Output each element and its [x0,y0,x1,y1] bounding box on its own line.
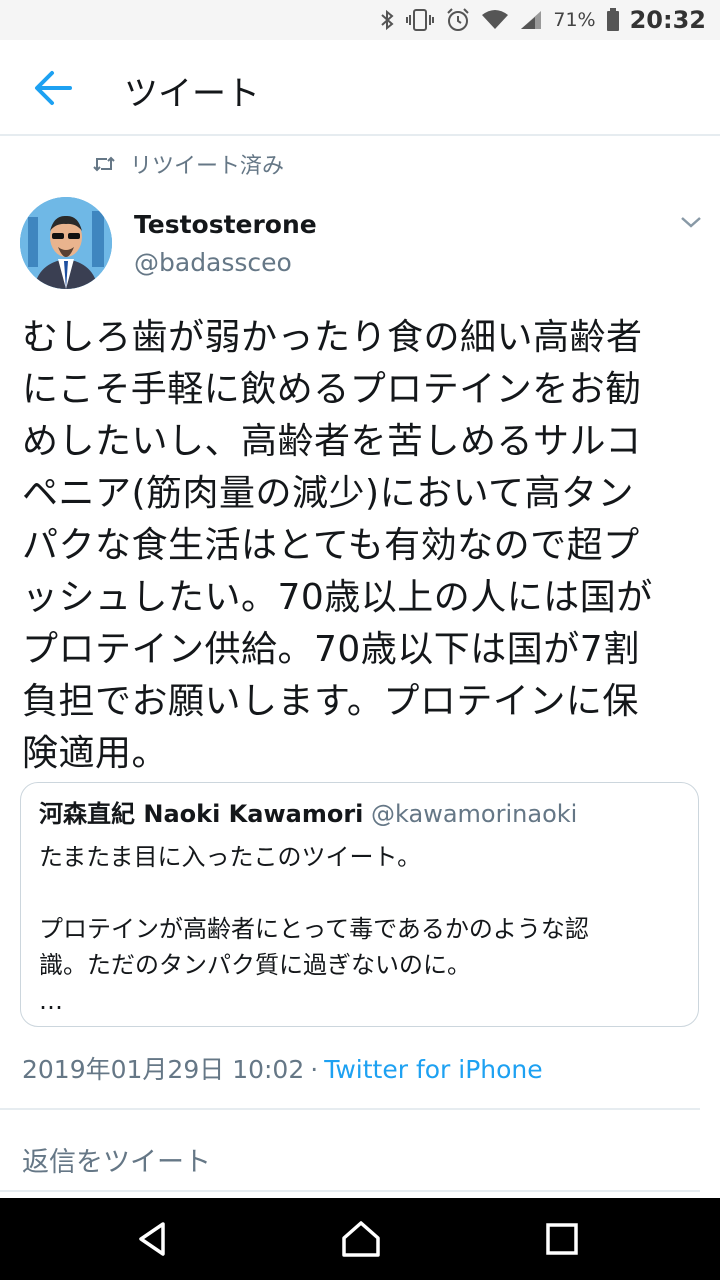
reply-divider [0,1190,700,1192]
clock: 20:32 [629,6,706,34]
signal-icon [521,11,542,29]
retweet-banner: リツイート済み [92,148,284,180]
author-name[interactable]: Testosterone [134,210,317,239]
reply-input[interactable]: 返信をツイート [0,1120,720,1190]
wifi-icon [482,10,509,29]
battery-icon [606,8,619,31]
reply-placeholder: 返信をツイート [22,1147,211,1178]
back-button[interactable] [30,68,78,108]
nav-home-button[interactable] [338,1216,384,1262]
tweet-timestamp: 2019年01月29日 10:02 [22,1055,305,1084]
retweet-icon [93,156,115,172]
nav-home-icon [342,1221,380,1257]
tweet-meta: 2019年01月29日 10:02 · Twitter for iPhone [22,1050,543,1086]
quoted-author-handle: @kawamorinaoki [371,800,578,828]
divider [0,1108,700,1110]
battery-percent: 71% [553,9,596,31]
nav-back-icon [139,1222,165,1256]
tweet-text: むしろ歯が弱かったり食の細い高齢者 にこそ手軽に飲めるプロテインをお勧 めしたい… [22,317,653,774]
tweet-menu-button[interactable] [676,210,706,234]
retweet-label: リツイート済み [130,154,285,179]
vibrate-icon [406,9,435,31]
nav-recents-icon [546,1223,578,1255]
system-nav-bar [0,1198,720,1280]
tweet-source-link[interactable]: Twitter for iPhone [324,1055,542,1084]
quoted-tweet-card[interactable]: 河森直紀 Naoki Kawamori @kawamorinaoki たまたま目… [20,782,699,1027]
meta-separator: · [310,1055,319,1084]
author-handle[interactable]: @badassceo [134,248,292,277]
nav-back-button[interactable] [131,1216,177,1262]
alarm-icon [447,8,470,31]
bluetooth-icon [381,9,394,31]
page-title: ツイート [124,74,260,114]
quoted-author-name: 河森直紀 Naoki Kawamori [39,800,364,828]
arrow-left-icon [35,71,72,105]
quoted-tweet-text: たまたま目に入ったこのツイート。 プロテインが高齢者にとって毒であるかのような認… [39,843,589,1015]
avatar-image [20,197,112,289]
quoted-tweet-header: 河森直紀 Naoki Kawamori @kawamorinaoki [39,797,680,831]
chevron-down-icon [681,217,701,228]
nav-recents-button[interactable] [539,1216,585,1262]
avatar[interactable] [20,197,112,289]
app-header: ツイート [0,40,720,136]
status-bar: 71% 20:32 [0,0,720,40]
